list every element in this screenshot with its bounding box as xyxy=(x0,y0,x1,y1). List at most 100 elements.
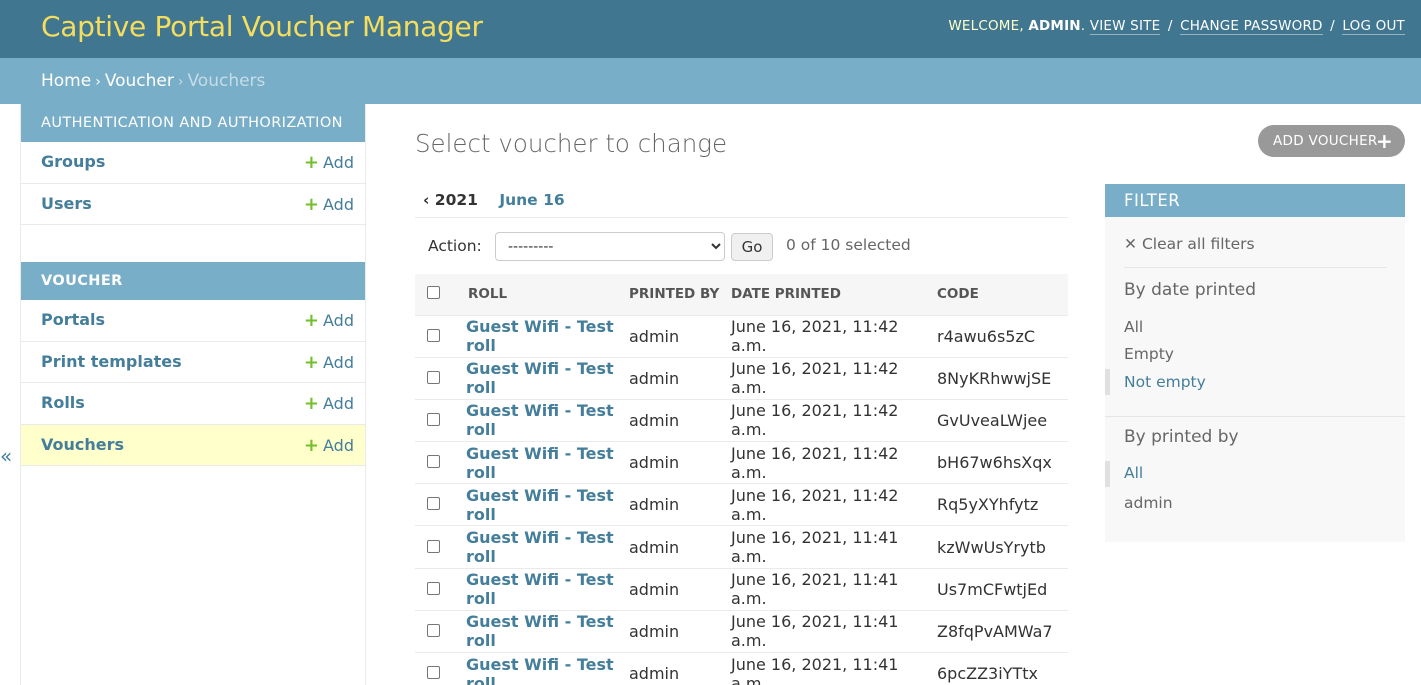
table-row: Guest Wifi - Test roll admin June 16, 2021… xyxy=(415,357,1068,400)
date-printed-cell: June 16, 2021, 11:42 a.m. xyxy=(731,485,899,524)
plus-icon: + xyxy=(303,393,320,414)
date-day-link[interactable]: June 16 xyxy=(499,191,564,209)
log-out-link[interactable]: LOG OUT xyxy=(1342,18,1405,35)
action-select[interactable]: --------- xyxy=(495,232,725,261)
toggle-sidebar-icon[interactable]: « xyxy=(0,444,12,468)
filter-title-date: By date printed xyxy=(1124,280,1257,300)
add-group-button[interactable]: + Add xyxy=(304,152,354,173)
printed-by-cell: admin xyxy=(629,410,680,430)
table-row: Guest Wifi - Test roll admin June 16, 2021… xyxy=(415,568,1068,611)
row-checkbox[interactable] xyxy=(427,328,440,342)
breadcrumb-voucher[interactable]: Voucher xyxy=(105,71,174,91)
plus-icon: + xyxy=(303,152,320,173)
row-checkbox[interactable] xyxy=(427,581,440,595)
date-printed-cell: June 16, 2021, 11:41 a.m. xyxy=(731,612,899,651)
code-cell: Z8fqPvAMWa7 xyxy=(937,621,1053,641)
close-icon: ✕ xyxy=(1124,235,1137,253)
add-print-template-button[interactable]: + Add xyxy=(304,352,354,373)
row-checkbox[interactable] xyxy=(427,623,440,637)
roll-link[interactable]: Guest Wifi - Test roll xyxy=(466,570,614,608)
date-printed-cell: June 16, 2021, 11:41 a.m. xyxy=(731,528,899,567)
sidebar-item-vouchers: Vouchers + Add xyxy=(21,424,365,466)
code-cell: Us7mCFwtjEd xyxy=(937,579,1048,599)
add-roll-button[interactable]: + Add xyxy=(304,393,354,414)
filter-printed-all[interactable]: All xyxy=(1124,464,1143,482)
vouchers-link[interactable]: Vouchers xyxy=(41,435,124,454)
sidebar-item-print-templates: Print templates + Add xyxy=(21,342,365,383)
row-checkbox[interactable] xyxy=(427,539,440,553)
select-all-checkbox[interactable] xyxy=(427,285,440,299)
date-printed-cell: June 16, 2021, 11:42 a.m. xyxy=(731,443,899,482)
action-label: Action: xyxy=(428,237,482,255)
roll-link[interactable]: Guest Wifi - Test roll xyxy=(466,486,614,524)
print-templates-link[interactable]: Print templates xyxy=(41,352,182,371)
plus-icon: + xyxy=(303,434,320,456)
roll-link[interactable]: Guest Wifi - Test roll xyxy=(466,612,614,650)
date-printed-cell: June 16, 2021, 11:42 a.m. xyxy=(731,359,899,398)
change-password-link[interactable]: CHANGE PASSWORD xyxy=(1180,18,1323,35)
breadcrumb-home[interactable]: Home xyxy=(41,71,91,91)
roll-link[interactable]: Guest Wifi - Test roll xyxy=(466,528,614,566)
roll-link[interactable]: Guest Wifi - Test roll xyxy=(466,401,614,439)
date-printed-cell: June 16, 2021, 11:42 a.m. xyxy=(731,317,899,356)
site-branding[interactable]: Captive Portal Voucher Manager xyxy=(41,10,483,43)
plus-icon: + xyxy=(1375,129,1393,153)
add-voucher-sidebar-button[interactable]: + Add xyxy=(304,435,354,456)
view-site-link[interactable]: VIEW SITE xyxy=(1089,18,1161,35)
column-date-printed[interactable]: DATE PRINTED xyxy=(731,274,937,315)
roll-link[interactable]: Guest Wifi - Test roll xyxy=(466,655,614,685)
welcome-text: WELCOME, xyxy=(948,18,1024,34)
add-portal-button[interactable]: + Add xyxy=(304,310,354,331)
table-row: Guest Wifi - Test roll admin June 16, 2021… xyxy=(415,526,1068,569)
filter-date-all[interactable]: All xyxy=(1124,318,1143,336)
rolls-link[interactable]: Rolls xyxy=(41,393,85,412)
results-table: ROLL PRINTED BY DATE PRINTED CODE Guest … xyxy=(415,274,1068,685)
roll-link[interactable]: Guest Wifi - Test roll xyxy=(466,444,614,482)
filter-printed-admin[interactable]: admin xyxy=(1124,494,1173,512)
code-cell: bH67w6hsXqx xyxy=(937,453,1052,473)
sidebar-item-portals: Portals + Add xyxy=(21,300,365,342)
code-cell: r4awu6s5zC xyxy=(937,326,1036,346)
table-header: ROLL PRINTED BY DATE PRINTED CODE xyxy=(415,274,1068,315)
sidebar-item-users: Users + Add xyxy=(21,184,365,225)
code-cell: kzWwUsYrytb xyxy=(937,537,1046,557)
header: Captive Portal Voucher Manager WELCOME, … xyxy=(0,0,1421,58)
filter-date-not-empty[interactable]: Not empty xyxy=(1124,373,1206,391)
module-caption-voucher[interactable]: VOUCHER xyxy=(21,262,365,300)
date-printed-cell: June 16, 2021, 11:42 a.m. xyxy=(731,401,899,440)
column-roll[interactable]: ROLL xyxy=(453,274,629,315)
go-button[interactable]: Go xyxy=(731,233,773,261)
column-code[interactable]: CODE xyxy=(937,274,1068,315)
table-row: Guest Wifi - Test roll admin June 16, 2021… xyxy=(415,610,1068,653)
roll-link[interactable]: Guest Wifi - Test roll xyxy=(466,317,614,355)
row-checkbox[interactable] xyxy=(427,412,440,426)
column-printed-by[interactable]: PRINTED BY xyxy=(629,274,731,315)
row-checkbox[interactable] xyxy=(427,497,440,511)
date-year-link[interactable]: ‹ 2021 xyxy=(423,191,478,209)
groups-link[interactable]: Groups xyxy=(41,152,105,171)
printed-by-cell: admin xyxy=(629,537,680,557)
users-link[interactable]: Users xyxy=(41,194,92,213)
username: ADMIN xyxy=(1028,18,1081,34)
add-user-button[interactable]: + Add xyxy=(304,194,354,215)
table-row: Guest Wifi - Test roll admin June 16, 2021… xyxy=(415,484,1068,526)
filter-date-empty[interactable]: Empty xyxy=(1124,345,1174,363)
add-voucher-button[interactable]: ADD VOUCHER + xyxy=(1258,125,1405,157)
date-printed-cell: June 16, 2021, 11:41 a.m. xyxy=(731,570,899,609)
changelist-filter: FILTER ✕ Clear all filters By date print… xyxy=(1105,184,1405,542)
module-caption-auth[interactable]: AUTHENTICATION AND AUTHORIZATION xyxy=(21,104,365,142)
clear-filters-link[interactable]: ✕ Clear all filters xyxy=(1124,235,1255,253)
printed-by-cell: admin xyxy=(629,664,680,684)
code-cell: 8NyKRhwwjSE xyxy=(937,368,1052,388)
portals-link[interactable]: Portals xyxy=(41,310,105,329)
roll-link[interactable]: Guest Wifi - Test roll xyxy=(466,359,614,397)
printed-by-cell: admin xyxy=(629,621,680,641)
table-row: Guest Wifi - Test roll admin June 16, 2021… xyxy=(415,653,1068,685)
row-checkbox[interactable] xyxy=(427,666,440,680)
row-checkbox[interactable] xyxy=(427,455,440,469)
printed-by-cell: admin xyxy=(629,368,680,388)
row-checkbox[interactable] xyxy=(427,370,440,384)
table-row: Guest Wifi - Test roll admin June 16, 2021… xyxy=(415,315,1068,358)
printed-by-cell: admin xyxy=(629,579,680,599)
plus-icon: + xyxy=(303,310,320,331)
